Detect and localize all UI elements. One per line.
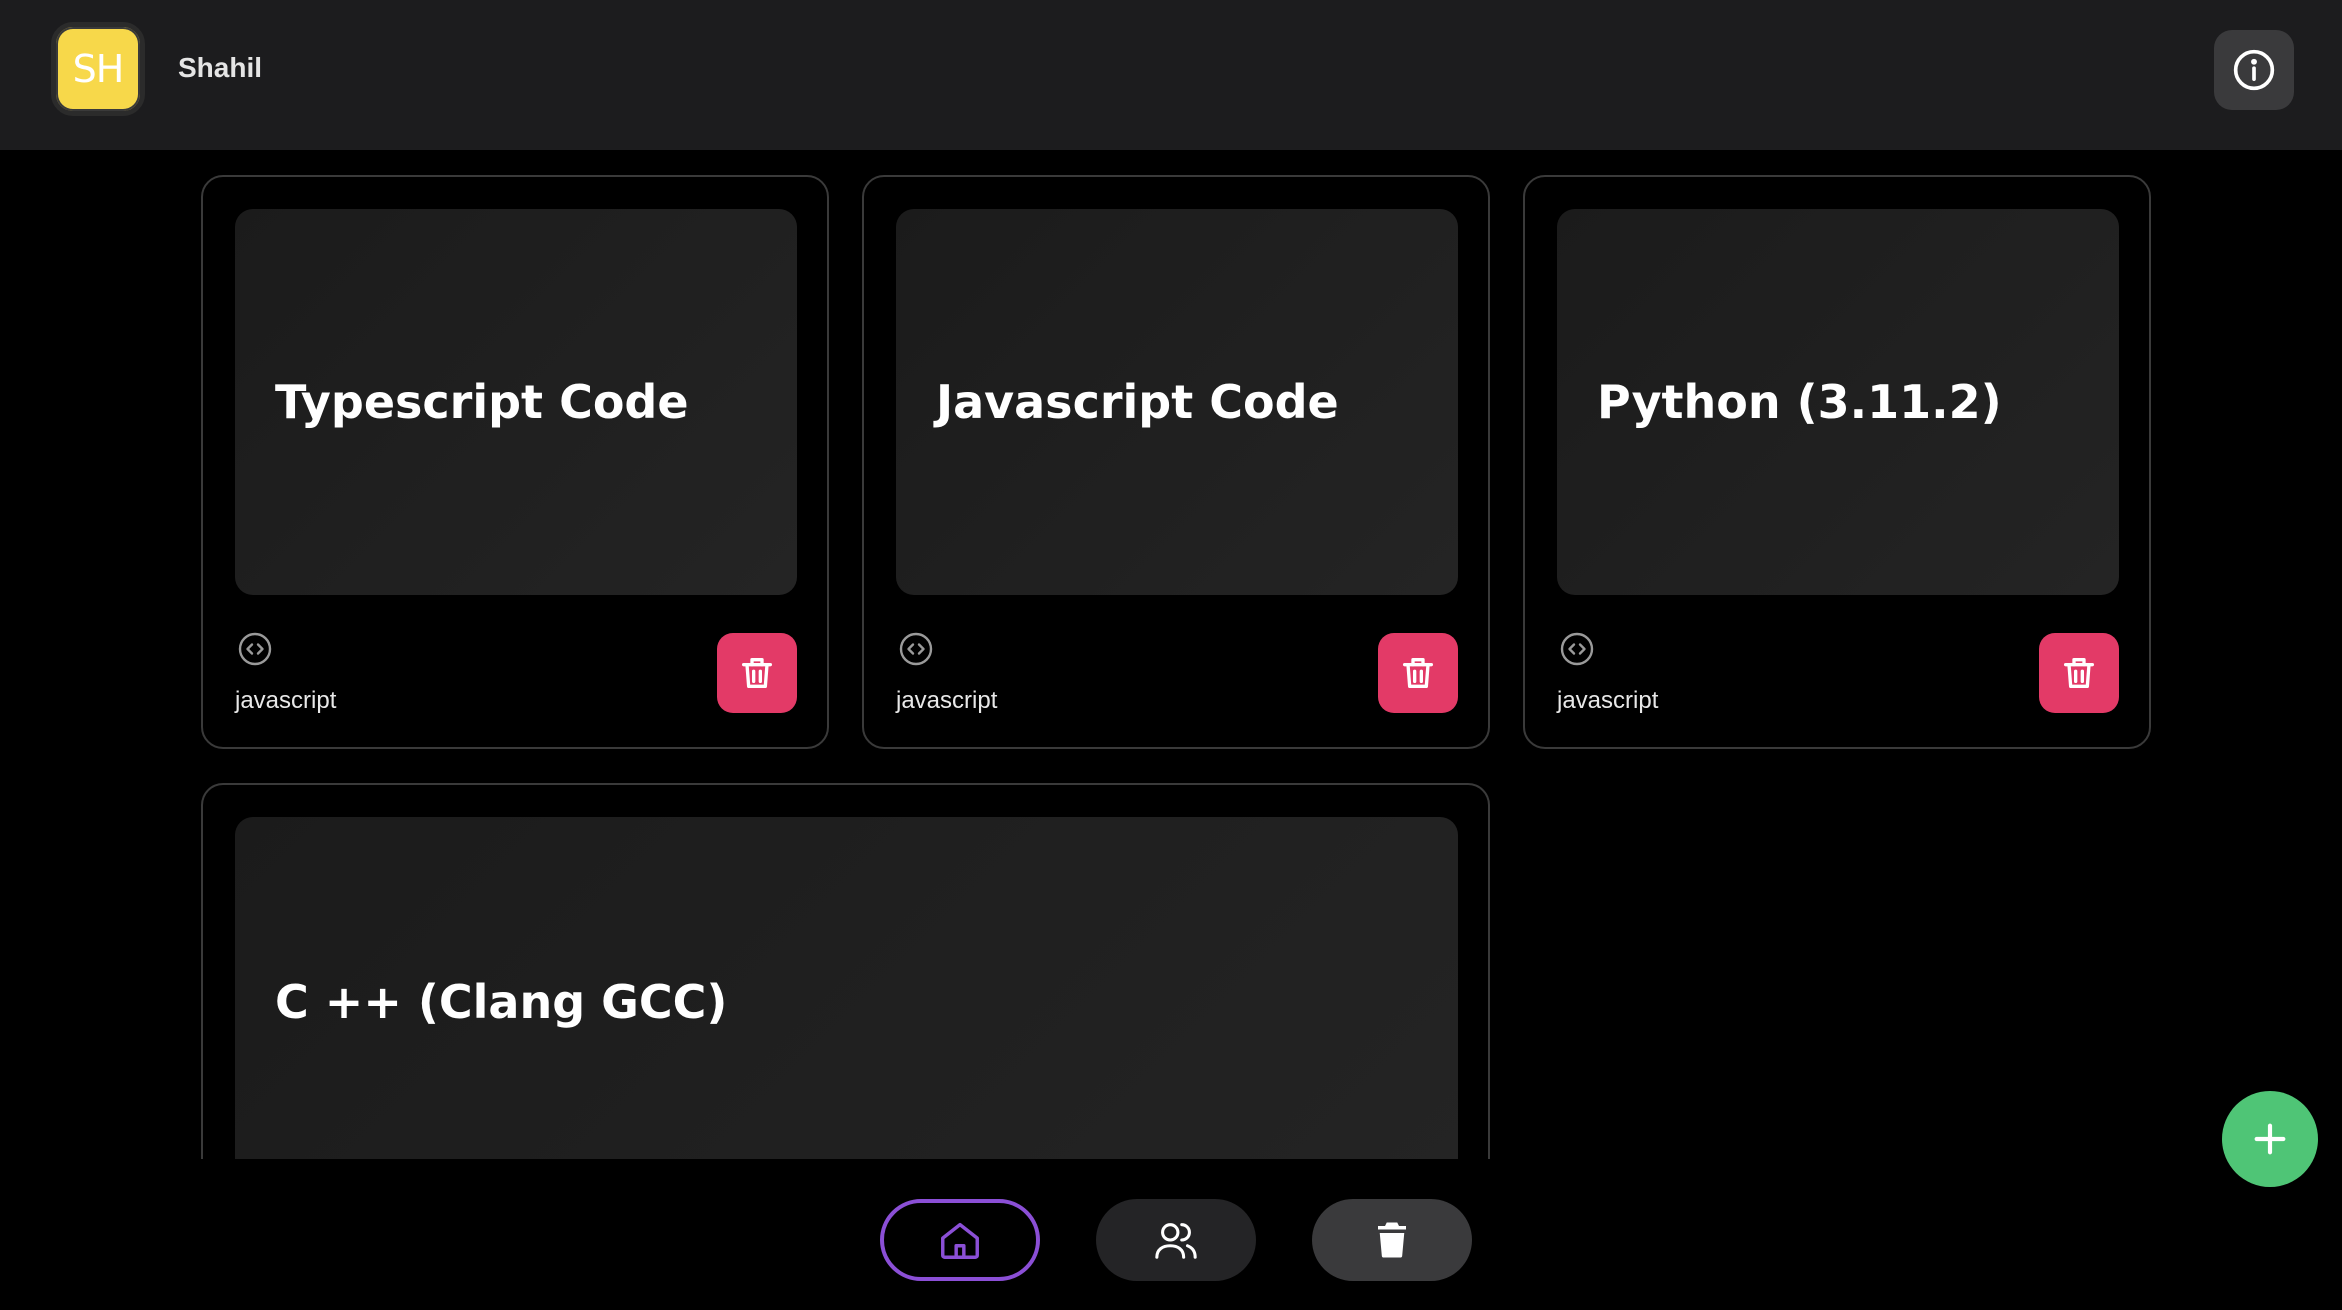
delete-button[interactable]	[2039, 633, 2119, 713]
plus-icon	[2254, 1123, 2286, 1155]
card-title: Javascript Code	[936, 375, 1339, 429]
top-header: SH Shahil	[0, 0, 2342, 150]
trash-filled-icon	[1378, 1222, 1406, 1258]
code-card[interactable]: Python (3.11.2) javascript	[1523, 175, 2151, 749]
language-label: javascript	[235, 687, 337, 714]
code-card[interactable]: Javascript Code javascript	[862, 175, 1490, 749]
add-button[interactable]	[2222, 1091, 2318, 1187]
card-title: C ++ (Clang GCC)	[275, 975, 728, 1029]
language-label: javascript	[896, 687, 998, 714]
info-button[interactable]	[2214, 30, 2294, 110]
code-circle-icon	[899, 632, 933, 666]
trash-icon	[742, 658, 772, 688]
card-preview[interactable]: Javascript Code	[896, 209, 1458, 595]
language-label: javascript	[1557, 687, 1659, 714]
card-title: Typescript Code	[275, 375, 689, 429]
code-circle-icon	[1560, 632, 1594, 666]
home-icon	[941, 1222, 979, 1259]
delete-button[interactable]	[717, 633, 797, 713]
delete-button[interactable]	[1378, 633, 1458, 713]
username-label: Shahil	[178, 52, 263, 83]
card-preview[interactable]: C ++ (Clang GCC)	[235, 817, 1458, 1203]
info-circle-icon	[2233, 49, 2275, 91]
trash-icon	[2064, 658, 2094, 688]
avatar[interactable]: SH	[51, 22, 145, 116]
users-icon	[1155, 1223, 1197, 1259]
nav-home-button[interactable]	[880, 1199, 1040, 1281]
trash-icon	[1403, 658, 1433, 688]
card-preview[interactable]: Python (3.11.2)	[1557, 209, 2119, 595]
code-circle-icon	[238, 632, 272, 666]
card-preview[interactable]: Typescript Code	[235, 209, 797, 595]
nav-users-button[interactable]	[1096, 1199, 1256, 1281]
bottom-nav	[0, 1199, 2342, 1281]
card-title: Python (3.11.2)	[1597, 375, 2002, 429]
code-card[interactable]: Typescript Code javascript	[201, 175, 829, 749]
nav-trash-button[interactable]	[1312, 1199, 1472, 1281]
code-card[interactable]: C ++ (Clang GCC)	[201, 783, 1490, 1203]
